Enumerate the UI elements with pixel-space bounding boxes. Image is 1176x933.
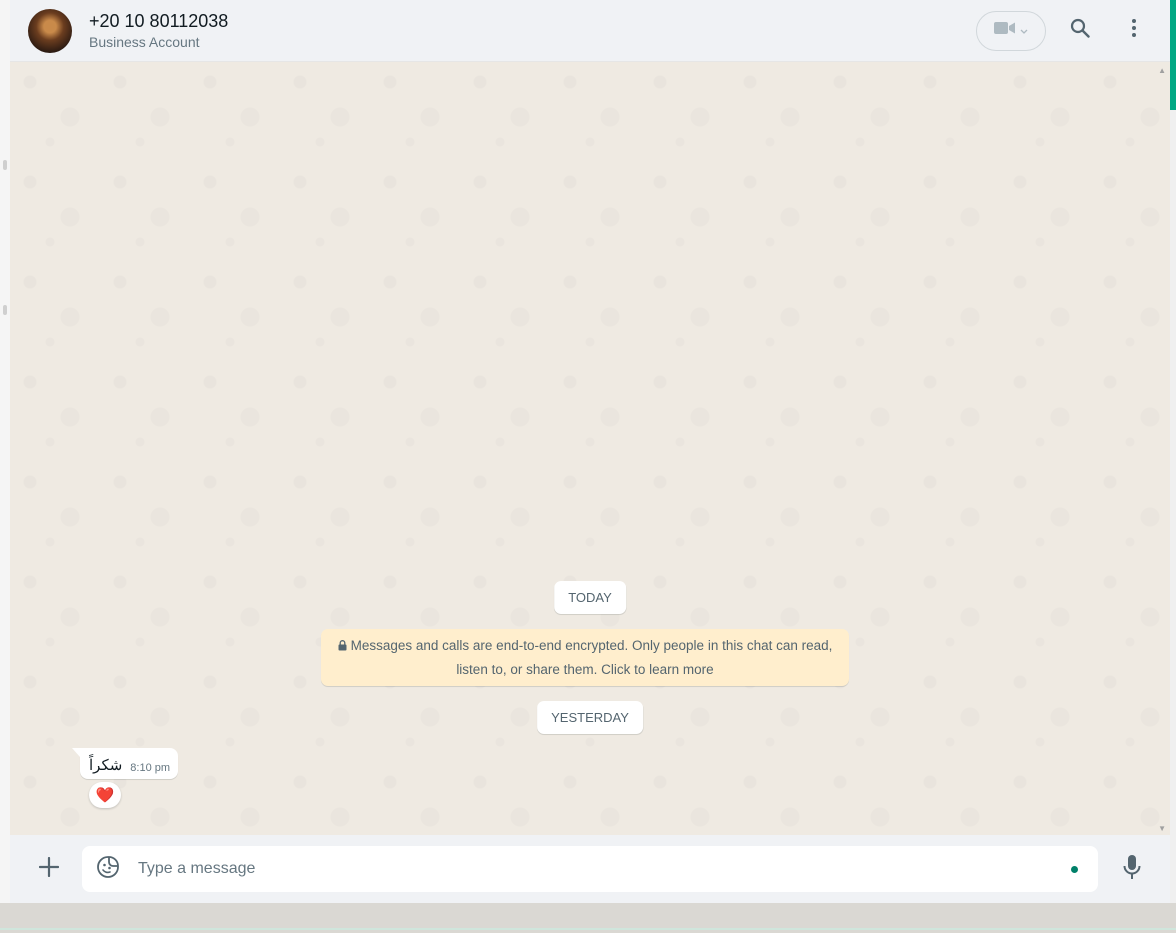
date-separator-yesterday: YESTERDAY bbox=[537, 701, 643, 734]
voice-message-button[interactable] bbox=[1112, 849, 1152, 889]
video-camera-icon bbox=[994, 21, 1016, 40]
contact-avatar[interactable] bbox=[28, 8, 72, 53]
microphone-icon bbox=[1123, 854, 1141, 885]
video-call-button[interactable] bbox=[976, 10, 1046, 51]
heart-reaction-icon: ❤️ bbox=[95, 787, 115, 804]
more-vertical-icon bbox=[1131, 18, 1137, 43]
message-reaction[interactable]: ❤️ bbox=[89, 782, 121, 808]
search-icon bbox=[1070, 18, 1090, 43]
attach-button[interactable] bbox=[30, 850, 68, 888]
status-dot bbox=[1071, 865, 1078, 873]
contact-subtitle: Business Account bbox=[89, 34, 200, 50]
encryption-notice[interactable]: Messages and calls are end-to-end encryp… bbox=[321, 629, 849, 686]
encryption-notice-text: Messages and calls are end-to-end encryp… bbox=[350, 638, 833, 677]
message-input[interactable] bbox=[136, 859, 1071, 879]
scrollbar[interactable] bbox=[1170, 0, 1176, 903]
scroll-down-arrow-icon[interactable]: ▼ bbox=[1158, 824, 1166, 833]
search-button[interactable] bbox=[1060, 11, 1100, 51]
message-text: شكراً bbox=[89, 757, 123, 774]
scroll-up-arrow-icon[interactable]: ▲ bbox=[1158, 66, 1166, 75]
lock-icon bbox=[338, 635, 347, 658]
message-input-box[interactable] bbox=[82, 846, 1098, 892]
resize-handle[interactable] bbox=[3, 305, 7, 315]
chevron-down-icon bbox=[1020, 22, 1028, 40]
sticker-icon[interactable] bbox=[96, 855, 120, 884]
message-list[interactable]: TODAY Messages and calls are end-to-end … bbox=[10, 62, 1170, 835]
plus-icon bbox=[38, 856, 60, 882]
incoming-message[interactable]: شكراً 8:10 pm bbox=[71, 748, 179, 779]
contact-name: +20 10 80112038 bbox=[89, 11, 229, 31]
menu-button[interactable] bbox=[1114, 11, 1154, 51]
chat-panel: +20 10 80112038 Business Account TODAY M… bbox=[10, 0, 1170, 903]
window-bottom-line bbox=[0, 928, 1176, 930]
chat-header[interactable]: +20 10 80112038 Business Account bbox=[10, 0, 1170, 62]
message-composer bbox=[10, 835, 1170, 903]
message-time: 8:10 pm bbox=[130, 762, 171, 774]
resize-marker bbox=[3, 160, 7, 170]
scrollbar-thumb[interactable] bbox=[1170, 0, 1176, 110]
date-separator-today: TODAY bbox=[554, 581, 626, 614]
contact-info[interactable]: +20 10 80112038 Business Account bbox=[89, 10, 976, 51]
